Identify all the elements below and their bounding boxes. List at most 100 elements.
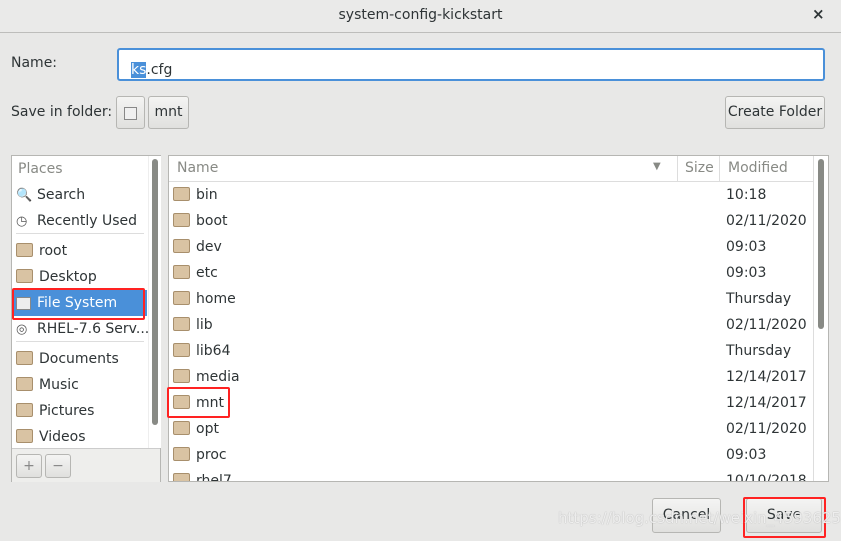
selected-text: ks — [131, 62, 147, 78]
file-modified: Thursday — [726, 343, 792, 359]
places-scrollbar[interactable] — [148, 156, 161, 448]
folder-icon — [173, 369, 190, 383]
file-modified: 12/14/2017 — [726, 395, 807, 411]
file-list: Name ▼ Size Modified bin 10:18 boot 02/11/2… — [168, 155, 829, 482]
file-row[interactable]: etc 09:03 — [169, 260, 813, 286]
folder-icon — [173, 473, 190, 481]
separator — [16, 341, 144, 342]
file-scrollbar[interactable] — [813, 156, 828, 481]
folder-icon — [173, 343, 190, 357]
places-item[interactable]: Desktop — [12, 264, 147, 290]
watermark: https://blog.csdn.net/weixin_45936250 — [558, 509, 841, 527]
file-row[interactable]: home Thursday — [169, 286, 813, 312]
file-modified: 09:03 — [726, 239, 767, 255]
file-name: proc — [196, 447, 227, 463]
file-row[interactable]: lib 02/11/2020 — [169, 312, 813, 338]
places-item-label: Documents — [39, 351, 119, 367]
folder-icon — [173, 447, 190, 461]
places-item-label: Recently Used — [37, 213, 138, 229]
places-header: Places — [18, 161, 63, 177]
file-modified: 10:18 — [726, 187, 767, 203]
folder-icon — [16, 429, 33, 443]
folder-icon — [173, 265, 190, 279]
file-name: media — [196, 369, 240, 385]
file-modified: Thursday — [726, 291, 792, 307]
search-icon: 🔍 — [16, 188, 33, 203]
remove-bookmark-button[interactable]: − — [45, 454, 71, 478]
places-item[interactable]: Music — [12, 372, 147, 398]
file-name: dev — [196, 239, 222, 255]
places-item-label: Search — [37, 187, 86, 203]
places-item[interactable]: ◷ Recently Used — [12, 208, 147, 234]
filename-rest: .cfg — [146, 62, 173, 78]
folder-icon — [173, 187, 190, 201]
folder-icon — [173, 291, 190, 305]
column-modified[interactable]: Modified — [719, 156, 814, 181]
file-row[interactable]: bin 10:18 — [169, 182, 813, 208]
places-item-label: Pictures — [39, 403, 95, 419]
places-item-label: Videos — [39, 429, 86, 445]
file-row[interactable]: proc 09:03 — [169, 442, 813, 468]
places-item-label: Music — [39, 377, 79, 393]
filename-input[interactable]: ks.cfg — [117, 48, 825, 81]
file-modified: 10/10/2018 — [726, 473, 807, 482]
file-row[interactable]: dev 09:03 — [169, 234, 813, 260]
highlight-file-system — [12, 288, 145, 320]
places-item[interactable]: root — [12, 238, 147, 264]
file-row[interactable]: mnt 12/14/2017 — [169, 390, 813, 416]
path-root-button[interactable] — [116, 96, 145, 129]
file-name: lib — [196, 317, 213, 333]
folder-icon — [173, 213, 190, 227]
file-modified: 09:03 — [726, 447, 767, 463]
file-modified: 02/11/2020 — [726, 317, 807, 333]
places-item[interactable]: Documents — [12, 346, 147, 372]
clock-icon: ◷ — [16, 214, 28, 229]
create-folder-button[interactable]: Create Folder — [725, 96, 825, 129]
add-bookmark-button[interactable]: + — [16, 454, 42, 478]
name-label: Name: — [11, 55, 58, 71]
file-modified: 02/11/2020 — [726, 421, 807, 437]
sort-down-icon: ▼ — [653, 161, 661, 172]
column-name[interactable]: Name — [177, 156, 218, 181]
file-name: boot — [196, 213, 228, 229]
file-modified: 12/14/2017 — [726, 369, 807, 385]
drive-icon — [124, 107, 137, 120]
title-bar: system-config-kickstart × — [0, 0, 841, 33]
file-row[interactable]: lib64 Thursday — [169, 338, 813, 364]
separator — [16, 233, 144, 234]
column-headers: Name ▼ Size Modified — [169, 156, 813, 182]
column-size[interactable]: Size — [677, 156, 720, 181]
file-row[interactable]: rhel7 10/10/2018 — [169, 468, 813, 482]
places-item-label: RHEL-7.6 Serv... — [37, 321, 150, 337]
folder-icon — [16, 351, 33, 365]
places-item[interactable]: Videos — [12, 424, 147, 450]
places-item-label: Desktop — [39, 269, 97, 285]
folder-icon — [16, 377, 33, 391]
file-row[interactable]: boot 02/11/2020 — [169, 208, 813, 234]
file-name: rhel7 — [196, 473, 232, 482]
places-item[interactable]: 🔍 Search — [12, 182, 147, 208]
path-mnt-button[interactable]: mnt — [148, 96, 189, 129]
folder-icon — [173, 317, 190, 331]
home-folder-icon — [16, 243, 33, 257]
close-icon[interactable]: × — [812, 5, 825, 23]
places-item[interactable]: Pictures — [12, 398, 147, 424]
file-row[interactable]: opt 02/11/2020 — [169, 416, 813, 442]
folder-icon — [16, 403, 33, 417]
desktop-folder-icon — [16, 269, 33, 283]
file-modified: 02/11/2020 — [726, 213, 807, 229]
folder-icon — [173, 421, 190, 435]
file-name: opt — [196, 421, 219, 437]
highlight-mnt — [167, 387, 230, 418]
file-name: bin — [196, 187, 218, 203]
folder-icon — [173, 239, 190, 253]
file-name: home — [196, 291, 236, 307]
save-in-label: Save in folder: — [11, 104, 113, 120]
file-name: etc — [196, 265, 218, 281]
file-modified: 09:03 — [726, 265, 767, 281]
file-row[interactable]: media 12/14/2017 — [169, 364, 813, 390]
window-title: system-config-kickstart — [338, 7, 503, 23]
file-name: lib64 — [196, 343, 231, 359]
disc-icon: ◎ — [16, 322, 28, 337]
places-item-label: root — [39, 243, 68, 259]
